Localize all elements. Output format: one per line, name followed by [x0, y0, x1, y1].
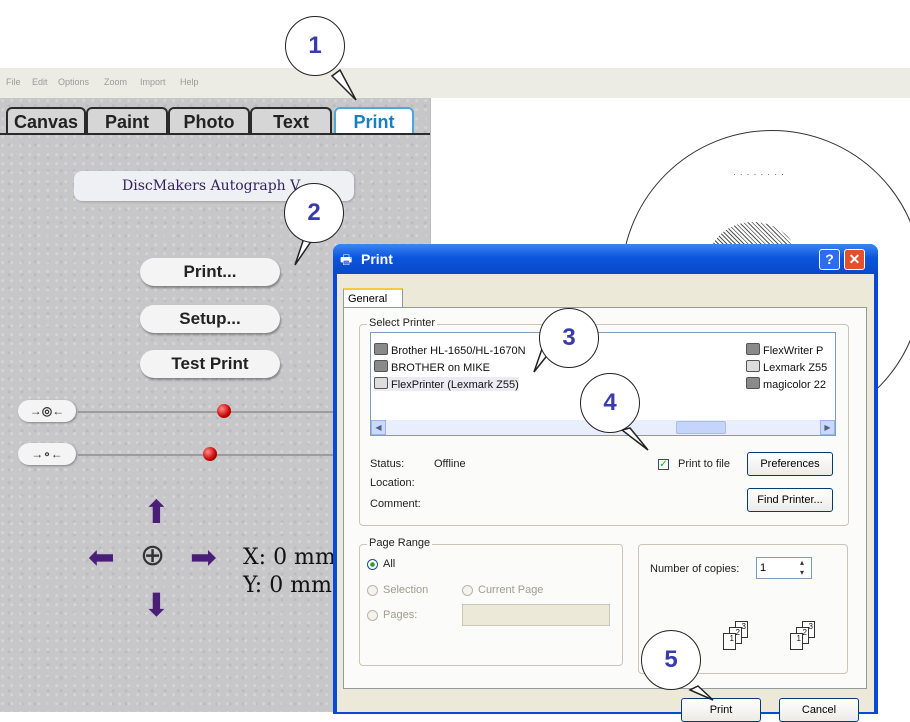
arrow-up-icon[interactable]: ⬆	[143, 493, 170, 531]
dialog-titlebar	[333, 244, 878, 274]
tab-divider	[0, 133, 430, 135]
cancel-button[interactable]: Cancel	[779, 698, 859, 722]
callout-1: 1	[285, 16, 345, 76]
arrow-right-icon[interactable]: ➡	[190, 538, 217, 576]
test-print-button[interactable]: Test Print	[140, 350, 280, 378]
printer-icon	[746, 343, 760, 355]
tab-canvas[interactable]: Canvas	[6, 107, 86, 133]
menu-help[interactable]: Help	[180, 77, 199, 87]
callout-3: 3	[539, 308, 599, 368]
disc-text: · · · · · · · ·	[733, 170, 785, 179]
callout-5: 5	[641, 630, 701, 690]
setup-button[interactable]: Setup...	[140, 305, 280, 333]
printer-icon	[374, 377, 388, 389]
current-page-radio[interactable]	[462, 585, 473, 596]
copies-spinner-icon[interactable]: ▴ ▾	[793, 558, 811, 578]
menu-import[interactable]: Import	[140, 77, 166, 87]
all-label: All	[383, 558, 396, 570]
menu-edit[interactable]: Edit	[32, 77, 48, 87]
comment-label: Comment:	[370, 498, 421, 510]
printer-item[interactable]: Brother HL-1650/HL-1670N	[374, 343, 526, 357]
print-button[interactable]: Print...	[140, 258, 280, 286]
printer-icon: 🖶	[340, 252, 353, 267]
menu-file[interactable]: File	[6, 77, 21, 87]
radius-slider-icon: →◎←	[18, 400, 76, 422]
printer-item[interactable]: magicolor 22	[746, 377, 826, 391]
menu-zoom[interactable]: Zoom	[104, 77, 127, 87]
radius-slider-knob[interactable]	[217, 404, 231, 418]
arrow-down-icon[interactable]: ⬇	[143, 586, 170, 624]
find-printer-button[interactable]: Find Printer...	[747, 488, 833, 512]
printer-item-selected[interactable]: FlexPrinter (Lexmark Z55)	[374, 377, 519, 391]
help-icon[interactable]: ?	[819, 249, 840, 270]
print-dialog-button[interactable]: Print	[681, 698, 761, 722]
pages-label: Pages:	[383, 609, 418, 621]
preferences-button[interactable]: Preferences	[747, 452, 833, 476]
copies-label: Number of copies:	[650, 563, 740, 575]
current-page-label: Current Page	[478, 584, 544, 596]
printer-icon	[746, 377, 760, 389]
close-icon[interactable]: ✕	[844, 249, 865, 270]
printer-item[interactable]: FlexWriter P	[746, 343, 823, 357]
print-to-file-label: Print to file	[678, 458, 730, 470]
tab-print[interactable]: Print	[334, 107, 414, 133]
x-coordinate: X: 0 mm	[243, 545, 336, 570]
print-to-file-checkbox[interactable]: ✓	[658, 459, 669, 470]
dialog-title: Print	[361, 251, 393, 267]
location-label: Location:	[370, 477, 415, 489]
size-slider-icon: →∘←	[18, 443, 76, 465]
printer-item[interactable]: BROTHER on MIKE	[374, 360, 490, 374]
center-target-icon[interactable]: ⊕	[140, 538, 165, 573]
callout-4: 4	[580, 373, 640, 433]
y-coordinate: Y: 0 mm	[243, 573, 332, 598]
printer-icon	[746, 360, 760, 372]
network-printer-icon	[374, 360, 388, 372]
all-radio[interactable]	[367, 559, 378, 570]
pages-radio[interactable]	[367, 610, 378, 621]
scroll-thumb[interactable]	[676, 421, 726, 434]
menu-options[interactable]: Options	[58, 77, 89, 87]
tab-photo[interactable]: Photo	[168, 107, 250, 133]
size-slider-knob[interactable]	[203, 447, 217, 461]
status-value: Offline	[434, 458, 466, 470]
pages-input[interactable]	[462, 604, 610, 626]
scroll-left-icon[interactable]: ◀	[371, 420, 386, 435]
selection-label: Selection	[383, 584, 429, 596]
arrow-left-icon[interactable]: ⬅	[88, 538, 115, 576]
menu-bar: File Edit Options Zoom Import Help	[0, 68, 910, 99]
scroll-right-icon[interactable]: ▶	[820, 420, 835, 435]
tab-text[interactable]: Text	[250, 107, 332, 133]
status-label: Status:	[370, 458, 405, 470]
tab-general[interactable]: General	[343, 288, 403, 308]
tab-paint[interactable]: Paint	[86, 107, 168, 133]
select-printer-label: Select Printer	[367, 317, 438, 329]
printer-item[interactable]: Lexmark Z55	[746, 360, 827, 374]
callout-2: 2	[284, 183, 344, 243]
selection-radio[interactable]	[367, 585, 378, 596]
printer-icon	[374, 343, 388, 355]
page-range-label: Page Range	[367, 537, 433, 549]
